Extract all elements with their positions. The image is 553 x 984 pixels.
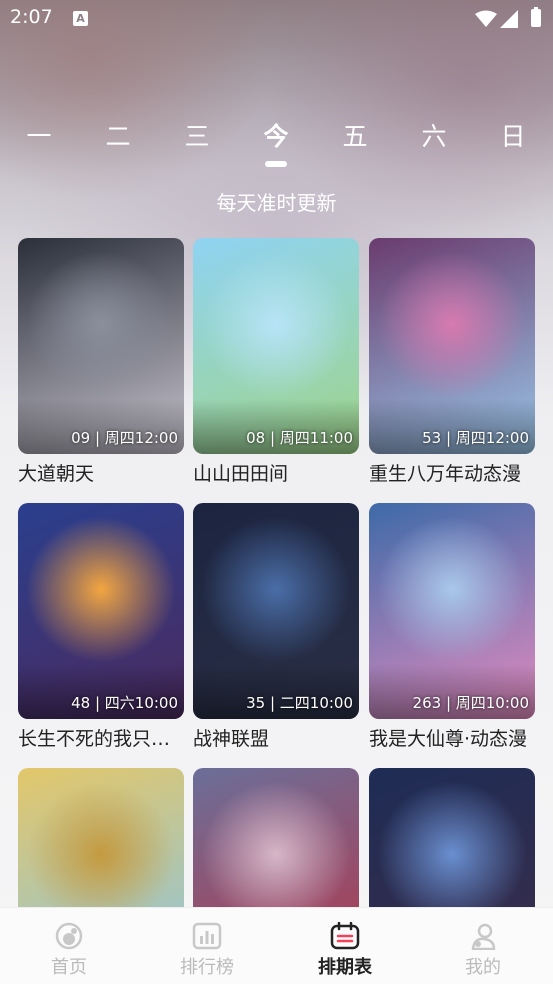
nav-profile-label: 我的 (465, 957, 501, 978)
show-cover: 48 | 四六10:00 (18, 503, 184, 719)
status-bar: 2:07 A (0, 0, 553, 38)
weekday-tabs: 一 二 三 今 五 六 日 (0, 118, 553, 178)
show-card[interactable]: 48 | 四六10:00 长生不死的我只想苟 (18, 503, 184, 751)
schedule-subtitle: 每天准时更新 (216, 191, 337, 215)
nav-profile[interactable]: 我的 (414, 908, 552, 984)
show-card[interactable]: 35 | 二四10:00 战神联盟 (193, 503, 359, 751)
episode-schedule: 48 | 四六10:00 (71, 694, 178, 712)
wifi-icon (475, 10, 497, 27)
episode-schedule: 35 | 二四10:00 (246, 694, 353, 712)
profile-icon (471, 923, 496, 950)
episode-schedule: 263 | 周四10:00 (412, 694, 529, 712)
battery-icon (531, 7, 541, 27)
tab-day-7[interactable]: 日 (488, 118, 538, 156)
nav-schedule-label: 排期表 (318, 957, 372, 978)
signal-icon (500, 10, 518, 28)
episode-schedule: 08 | 周四11:00 (246, 429, 353, 447)
episode-schedule: 53 | 周四12:00 (422, 429, 529, 447)
nav-ranking-label: 排行榜 (180, 957, 234, 978)
show-cover: 08 | 周四11:00 (193, 238, 359, 454)
nav-home[interactable]: 首页 (0, 908, 138, 984)
show-card[interactable]: 53 | 周四12:00 重生八万年动态漫 (369, 238, 535, 486)
show-title: 战神联盟 (193, 728, 270, 750)
show-card[interactable]: 263 | 周四10:00 我是大仙尊·动态漫 (369, 503, 535, 751)
show-title: 山山田田间 (193, 463, 289, 485)
nav-ranking[interactable]: 排行榜 (138, 908, 276, 984)
status-time: 2:07 (10, 6, 53, 28)
show-cover: 35 | 二四10:00 (193, 503, 359, 719)
nav-home-label: 首页 (51, 957, 87, 978)
tab-day-3[interactable]: 三 (172, 118, 222, 156)
show-cover: 09 | 周四12:00 (18, 238, 184, 454)
notification-icon: A (73, 11, 88, 26)
tab-day-6[interactable]: 六 (409, 118, 459, 156)
bottom-nav: 首页 排行榜 排期表 我的 (0, 907, 553, 984)
show-title: 我是大仙尊·动态漫 (369, 728, 528, 750)
tab-day-2[interactable]: 二 (93, 118, 143, 156)
show-card[interactable]: 09 | 周四12:00 大道朝天 (18, 238, 184, 486)
tab-today[interactable]: 今 (251, 118, 301, 156)
episode-schedule: 09 | 周四12:00 (71, 429, 178, 447)
tab-day-1[interactable]: 一 (14, 118, 64, 156)
home-icon (55, 922, 83, 950)
tab-day-5[interactable]: 五 (330, 118, 380, 156)
calendar-icon (330, 922, 360, 950)
ranking-icon (192, 922, 222, 950)
show-title: 重生八万年动态漫 (369, 463, 522, 485)
nav-schedule[interactable]: 排期表 (276, 908, 414, 984)
show-title: 长生不死的我只想苟 (18, 728, 184, 750)
show-cover: 263 | 周四10:00 (369, 503, 535, 719)
show-cover: 53 | 周四12:00 (369, 238, 535, 454)
active-tab-indicator (265, 161, 287, 167)
show-card[interactable]: 08 | 周四11:00 山山田田间 (193, 238, 359, 486)
show-title: 大道朝天 (18, 463, 95, 485)
